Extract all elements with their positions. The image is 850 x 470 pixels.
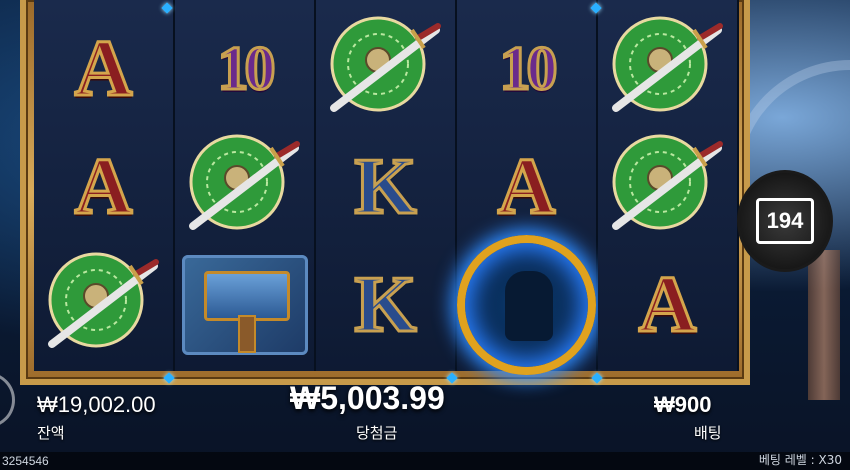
shield-sword-icon <box>185 130 305 245</box>
symbol-shield-sword <box>598 10 737 128</box>
symbol-a: A <box>34 10 173 128</box>
footer-bar <box>0 452 850 470</box>
symbol-wild <box>457 235 596 375</box>
reel-area: A A 10 K K 10 A A <box>34 0 739 375</box>
symbol-10: 10 <box>175 10 314 128</box>
symbol-shield-sword <box>34 246 173 364</box>
symbol-k: K <box>316 246 455 364</box>
wild-hero-icon <box>457 235 596 375</box>
shield-sword-icon <box>44 248 164 363</box>
symbol-10-glyph: 10 <box>498 33 559 104</box>
symbol-shield-sword <box>316 10 455 128</box>
reel-1: AA <box>34 0 175 371</box>
symbol-a-glyph: A <box>73 141 134 232</box>
win-label: 당첨금 <box>356 424 398 442</box>
hammer-icon <box>181 255 308 355</box>
symbol-k: K <box>316 128 455 246</box>
balance-label: 잔액 <box>37 424 65 442</box>
symbol-shield-sword <box>175 128 314 246</box>
symbol-k-glyph: K <box>353 259 418 350</box>
reel-5: A <box>598 0 739 371</box>
temple-column <box>808 250 840 400</box>
shield-sword-icon <box>326 12 446 127</box>
symbol-hammer <box>175 246 314 364</box>
reel-frame: A A 10 K K 10 A A <box>20 0 750 385</box>
symbol-shield-sword <box>598 128 737 246</box>
balance-value: ₩19,002.00 <box>37 392 156 417</box>
symbol-10-glyph: 10 <box>216 33 277 104</box>
spin-counter-value: 194 <box>756 198 814 244</box>
spin-counter[interactable]: 194 <box>737 170 833 272</box>
reel-3: KK <box>316 0 457 371</box>
symbol-a-glyph: A <box>637 259 698 350</box>
reel-4: 10 A <box>457 0 598 375</box>
bet-value[interactable]: ₩900 <box>654 392 711 418</box>
symbol-a-glyph: A <box>73 23 134 114</box>
footer-id: 3254546 <box>2 454 49 468</box>
shield-sword-icon <box>608 130 728 245</box>
symbol-k-glyph: K <box>353 141 418 232</box>
symbol-a-glyph: A <box>496 141 557 232</box>
reel-2: 10 <box>175 0 316 371</box>
symbol-10: 10 <box>457 10 596 128</box>
symbol-a: A <box>598 246 737 364</box>
shield-sword-icon <box>608 12 728 127</box>
symbol-a: A <box>34 128 173 246</box>
win-value: ₩5,003.99 <box>290 380 445 416</box>
symbol-a: A <box>457 128 596 246</box>
bet-label: 배팅 <box>694 424 722 442</box>
bet-level-text: 베팅 레벨 : X30 <box>758 453 842 467</box>
